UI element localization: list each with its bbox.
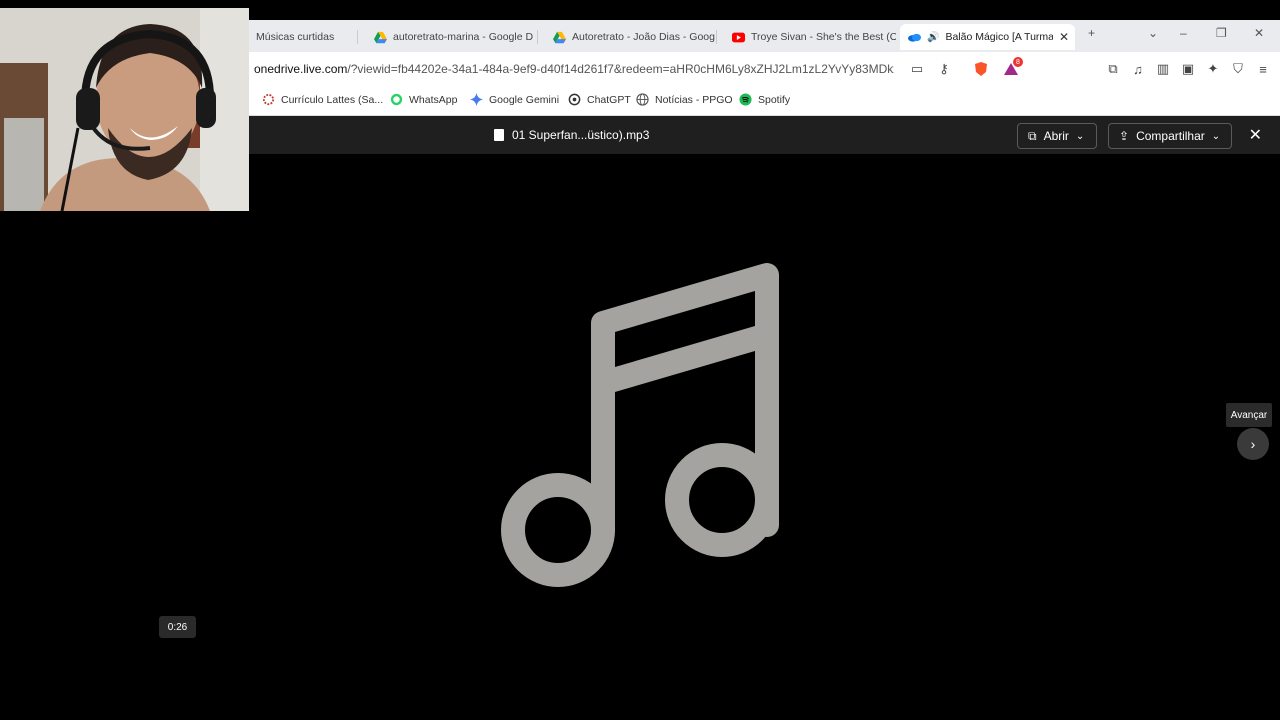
youtube-icon [732, 32, 745, 42]
bookmark-gemini[interactable]: Google Gemini [470, 93, 559, 106]
spotify-icon [739, 93, 752, 106]
tab-close-icon[interactable]: ✕ [1059, 30, 1069, 44]
url-host: onedrive.live.com [254, 62, 348, 76]
menu-icon[interactable]: ≡ [1255, 61, 1271, 77]
brave-rewards-icon[interactable]: 8 [1003, 57, 1023, 77]
media-music-icon[interactable]: ♫ [1130, 61, 1146, 77]
open-label: Abrir [1043, 129, 1069, 143]
tab-autoretrato-marina[interactable]: autoretrato-marina - Google D [366, 24, 538, 50]
tab-label: Músicas curtidas [256, 31, 335, 43]
screen: Músicas curtidas autoretrato-marina - Go… [0, 0, 1280, 720]
bookmark-label: WhatsApp [409, 93, 458, 106]
url-path: /?viewid=fb44202e-34a1-484a-9ef9-d40f14d… [347, 62, 894, 76]
sidebar-icon[interactable]: ▥ [1155, 61, 1171, 77]
bookmark-label: ChatGPT [587, 93, 631, 106]
audio-file-icon [494, 129, 504, 141]
webcam-person-image [0, 8, 249, 211]
bookmark-whatsapp[interactable]: WhatsApp [390, 93, 457, 106]
bookmark-label: Currículo Lattes (Sa... [281, 93, 384, 106]
share-button[interactable]: ⇪ Compartilhar ⌄ [1108, 123, 1232, 149]
webcam-overlay [0, 8, 249, 211]
share-label: Compartilhar [1136, 129, 1205, 143]
tab-label: Autoretrato - João Dias - Goog [572, 31, 715, 43]
next-button[interactable]: › [1237, 428, 1269, 460]
minimize-icon[interactable]: – [1180, 26, 1187, 40]
open-button[interactable]: ⧉ Abrir ⌄ [1017, 123, 1097, 149]
tab-troye-sivan[interactable]: Troye Sivan - She's the Best (Of [724, 24, 896, 50]
password-key-icon[interactable]: ⚷ [936, 61, 952, 77]
playback-time: 0:26 [159, 616, 196, 638]
bookmarks-bar: Currículo Lattes (Sa... WhatsApp Google … [248, 86, 1280, 116]
rewards-badge: 8 [1013, 57, 1023, 67]
new-tab-icon[interactable]: + [1088, 26, 1095, 40]
bookmark-lattes[interactable]: Currículo Lattes (Sa... [262, 93, 383, 106]
tab-strip: Músicas curtidas autoretrato-marina - Go… [248, 20, 1280, 52]
google-drive-icon [374, 31, 387, 43]
close-window-icon[interactable]: ✕ [1254, 26, 1264, 40]
bookmark-chatgpt[interactable]: ChatGPT [568, 93, 631, 106]
extensions-icon[interactable]: ⧉ [1105, 61, 1121, 77]
open-external-icon: ⧉ [1028, 128, 1037, 143]
wallet-icon[interactable]: ▣ [1180, 61, 1196, 77]
chatgpt-icon [568, 93, 581, 106]
bookmark-noticias-ppgo[interactable]: Notícias - PPGO [636, 93, 733, 106]
chevron-right-icon: › [1250, 436, 1256, 452]
bookmark-spotify[interactable]: Spotify [739, 93, 790, 106]
globe-icon [636, 93, 649, 106]
url-field[interactable]: onedrive.live.com/?viewid=fb44202e-34a1-… [254, 62, 894, 76]
viewer-header: 01 Superfan...üstico).mp3 ⧉ Abrir ⌄ ⇪ Co… [248, 116, 1280, 154]
bookmark-label: Spotify [758, 93, 791, 106]
brave-shield-icon[interactable] [973, 61, 989, 77]
tab-label: autoretrato-marina - Google D [393, 31, 534, 43]
file-title: 01 Superfan...üstico).mp3 [494, 128, 649, 142]
cast-icon[interactable]: ▭ [909, 61, 925, 77]
address-bar: onedrive.live.com/?viewid=fb44202e-34a1-… [248, 52, 1280, 86]
tab-balao-magico[interactable]: 🔊 Balão Mágico [A Turma ✕ [900, 24, 1075, 50]
whatsapp-icon [390, 93, 403, 106]
tab-label: Troye Sivan - She's the Best (Of [751, 31, 896, 43]
lattes-icon [262, 93, 275, 106]
music-note-icon [501, 263, 779, 587]
tab-musicas-curtidas[interactable]: Músicas curtidas [248, 24, 358, 50]
restore-icon[interactable]: ❐ [1216, 26, 1227, 40]
close-viewer-icon[interactable]: ✕ [1249, 125, 1262, 145]
tab-autoretrato-joao[interactable]: Autoretrato - João Dias - Goog [545, 24, 717, 50]
gemini-icon [470, 93, 483, 106]
share-icon: ⇪ [1119, 129, 1130, 143]
vpn-shield-icon[interactable]: ⛉ [1230, 61, 1246, 77]
tab-label: Balão Mágico [A Turma [945, 31, 1053, 43]
tab-search-icon[interactable]: ⌄ [1148, 26, 1158, 40]
bookmark-label: Google Gemini [489, 93, 560, 106]
leo-ai-icon[interactable]: ✦ [1205, 61, 1221, 77]
speaker-icon: 🔊 [927, 31, 940, 43]
onedrive-icon [908, 33, 921, 42]
bookmark-label: Notícias - PPGO [655, 93, 733, 106]
chevron-down-icon: ⌄ [1211, 130, 1221, 142]
next-tooltip: Avançar [1226, 403, 1272, 427]
file-name: 01 Superfan...üstico).mp3 [512, 128, 650, 142]
google-drive-icon [553, 31, 566, 43]
chevron-down-icon: ⌄ [1075, 130, 1085, 142]
